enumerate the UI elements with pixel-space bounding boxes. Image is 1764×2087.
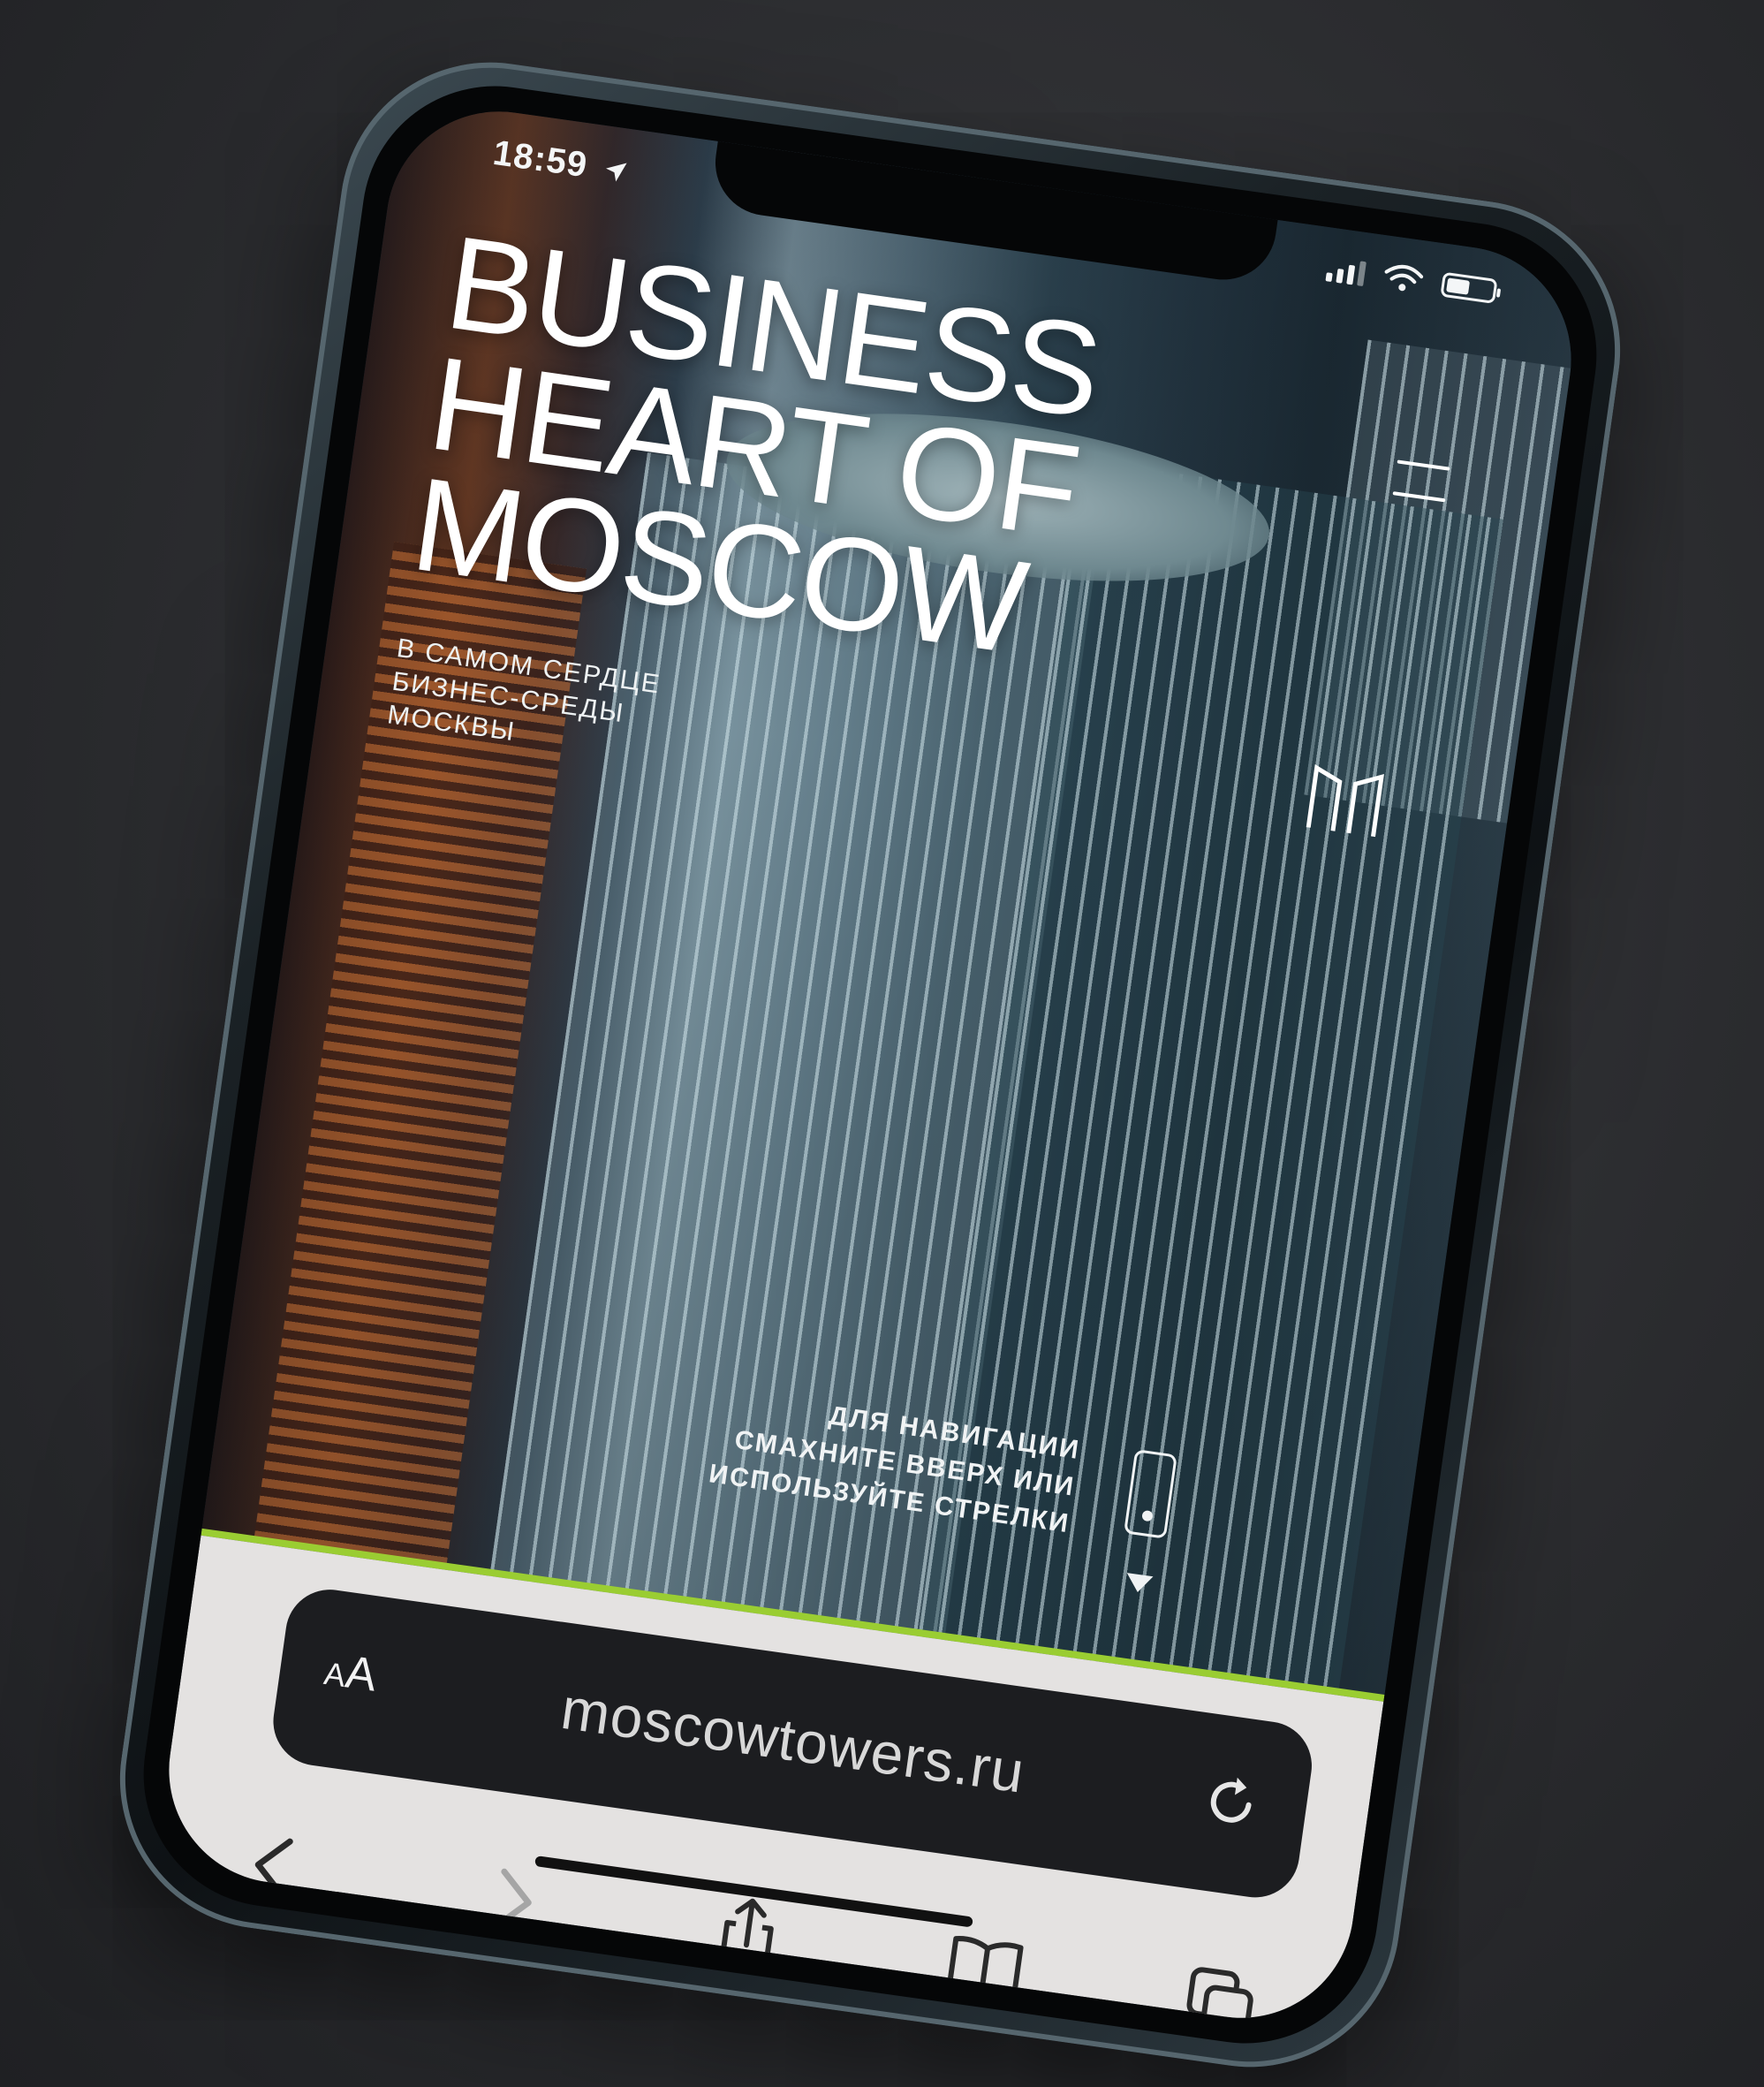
- back-button[interactable]: [220, 1812, 329, 1922]
- down-arrow-icon[interactable]: [1124, 1573, 1154, 1595]
- battery-icon: [1440, 271, 1498, 304]
- photo-background: 18:59 BUSINESS HEART OF MOSCOW В САМОМ С…: [0, 0, 1764, 2087]
- cellular-signal-icon: [1325, 254, 1367, 287]
- battery-level-fill: [1446, 277, 1470, 295]
- bookmarks-icon: [945, 1936, 1024, 2000]
- status-icons: [1325, 254, 1498, 306]
- phone-bezel: 18:59 BUSINESS HEART OF MOSCOW В САМОМ С…: [126, 69, 1614, 2060]
- wifi-icon: [1384, 264, 1424, 292]
- clock-text: 18:59: [490, 133, 590, 186]
- bookmarks-button[interactable]: [930, 1912, 1040, 2022]
- status-time: 18:59: [490, 133, 632, 192]
- brand-logo-icon[interactable]: [1301, 760, 1389, 841]
- reload-icon[interactable]: [1196, 1767, 1266, 1837]
- share-icon: [718, 1898, 774, 1972]
- tabs-icon: [1186, 1967, 1253, 2033]
- phone-screen: 18:59 BUSINESS HEART OF MOSCOW В САМОМ С…: [154, 96, 1586, 2033]
- page-title: BUSINESS HEART OF MOSCOW: [405, 208, 1109, 682]
- tabs-button[interactable]: [1166, 1946, 1276, 2033]
- back-chevron-icon: [254, 1838, 293, 1900]
- location-arrow-icon: [606, 163, 627, 182]
- forward-chevron-icon: [493, 1868, 532, 1930]
- hamburger-menu-icon[interactable]: [1392, 459, 1450, 503]
- phone-device: 18:59 BUSINESS HEART OF MOSCOW В САМОМ С…: [100, 42, 1640, 2087]
